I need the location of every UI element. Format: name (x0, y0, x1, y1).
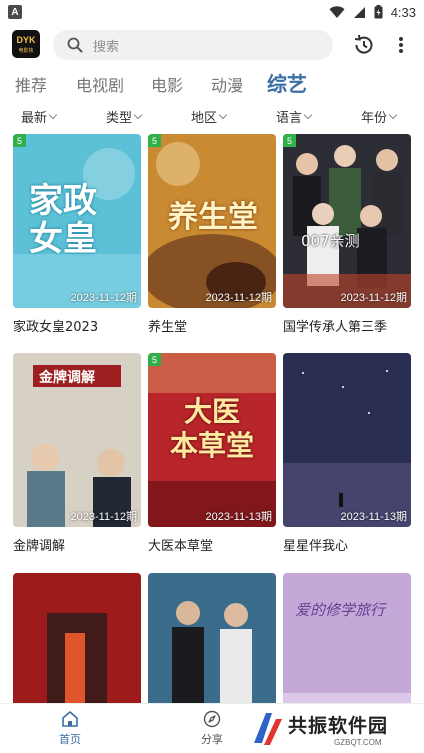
tab-variety[interactable]: 综艺 (267, 68, 307, 97)
poster: 家政 女皇 5 2023-11-12期 (13, 134, 141, 308)
filter-type[interactable]: 类型 (106, 107, 143, 126)
episode-period: 2023-11-12期 (70, 511, 137, 523)
status-bar: A 4:33 (0, 0, 424, 24)
category-tabs: 推荐 电视剧 电影 动漫 综艺 (0, 66, 424, 100)
filter-label: 类型 (106, 111, 133, 126)
logo-subtext: 电影快 (18, 48, 34, 54)
logo-text: DYK (16, 35, 36, 45)
media-card[interactable]: 2023-11-13期 星星伴我心 (283, 353, 411, 554)
tab-movies[interactable]: 电影 (151, 72, 183, 96)
watermark-logo-icon (254, 713, 282, 745)
clock: 4:33 (390, 4, 416, 20)
nav-home[interactable]: 首页 (40, 710, 100, 747)
watermark-url: GZBQT.COM (334, 738, 382, 747)
poster-art (283, 353, 411, 527)
update-badge: 5 (148, 353, 161, 366)
episode-period: 2023-11-12期 (205, 292, 272, 304)
filter-label: 语言 (276, 111, 303, 126)
poster-title-text: 爱的修学旅行 (295, 601, 386, 619)
status-icons: 4:33 (329, 5, 416, 20)
filter-region[interactable]: 地区 (191, 107, 228, 126)
update-badge: 5 (13, 134, 26, 147)
card-title: 金牌调解 (13, 539, 66, 554)
search-input[interactable]: 搜索 (53, 30, 333, 60)
media-card[interactable]: 007亲测 5 2023-11-12期 国学传承人第三季 (283, 134, 411, 335)
poster-title-text: 养生堂 (168, 200, 258, 235)
chevron-down-icon (48, 110, 58, 119)
battery-icon (374, 5, 383, 19)
card-title: 养生堂 (148, 320, 188, 335)
wifi-icon (329, 5, 345, 18)
media-card[interactable]: 大医 本草堂 5 2023-11-13期 大医本草堂 (148, 353, 276, 554)
nav-label: 首页 (59, 733, 81, 746)
tab-anime[interactable]: 动漫 (211, 72, 243, 96)
episode-period: 2023-11-13期 (340, 511, 407, 523)
poster-title-text: 007亲测 (301, 232, 360, 250)
poster-title-text: 大医 本草堂 (169, 395, 254, 462)
card-title: 星星伴我心 (283, 539, 349, 554)
media-card[interactable]: 金牌调解 2023-11-12期 金牌调解 (13, 353, 141, 554)
filter-year[interactable]: 年份 (361, 107, 398, 126)
chevron-down-icon (133, 110, 143, 119)
tab-tv-series[interactable]: 电视剧 (76, 72, 124, 96)
poster: 007亲测 5 2023-11-12期 (283, 134, 411, 308)
episode-period: 2023-11-12期 (340, 292, 407, 304)
search-icon (67, 37, 83, 53)
chevron-down-icon (218, 110, 228, 119)
poster-title-text: 家政 女皇 (29, 181, 97, 259)
media-card[interactable]: 养生堂 5 2023-11-12期 养生堂 (148, 134, 276, 335)
update-badge: 5 (283, 134, 296, 147)
poster: 养生堂 5 2023-11-12期 (148, 134, 276, 308)
poster-art (283, 134, 411, 308)
more-options-icon[interactable] (390, 33, 412, 57)
signal-icon (353, 6, 365, 18)
media-card[interactable]: 家政 女皇 5 2023-11-12期 家政女皇2023 (13, 134, 141, 335)
episode-period: 2023-11-12期 (70, 292, 137, 304)
chevron-down-icon (303, 110, 313, 119)
history-icon[interactable] (352, 33, 376, 57)
filter-label: 年份 (361, 111, 388, 126)
poster: 金牌调解 2023-11-12期 (13, 353, 141, 527)
filter-latest[interactable]: 最新 (21, 107, 58, 126)
notification-app-icon: A (8, 5, 22, 19)
tab-recommend[interactable]: 推荐 (15, 72, 47, 96)
card-title: 家政女皇2023 (13, 320, 99, 335)
poster: 2023-11-13期 (283, 353, 411, 527)
app-logo[interactable]: DYK 电影快 (12, 30, 40, 58)
home-icon (62, 711, 78, 727)
nav-share[interactable]: 分享 (182, 710, 242, 747)
watermark: 共振软件园 GZBQT.COM (246, 705, 424, 753)
search-placeholder: 搜索 (93, 39, 120, 55)
card-title: 国学传承人第三季 (283, 320, 388, 335)
filter-label: 地区 (191, 111, 218, 126)
filter-label: 最新 (21, 111, 48, 126)
update-badge: 5 (148, 134, 161, 147)
chevron-down-icon (388, 110, 398, 119)
card-title: 大医本草堂 (148, 539, 214, 554)
poster: 大医 本草堂 5 2023-11-13期 (148, 353, 276, 527)
poster-title-text: 金牌调解 (39, 370, 95, 386)
nav-label: 分享 (201, 733, 223, 746)
episode-period: 2023-11-13期 (205, 511, 272, 523)
filter-language[interactable]: 语言 (276, 107, 313, 126)
watermark-text: 共振软件园 (288, 715, 389, 737)
top-bar: DYK 电影快 搜索 (0, 28, 424, 62)
compass-icon (203, 710, 221, 728)
filter-bar: 最新 类型 地区 语言 年份 (0, 104, 424, 128)
